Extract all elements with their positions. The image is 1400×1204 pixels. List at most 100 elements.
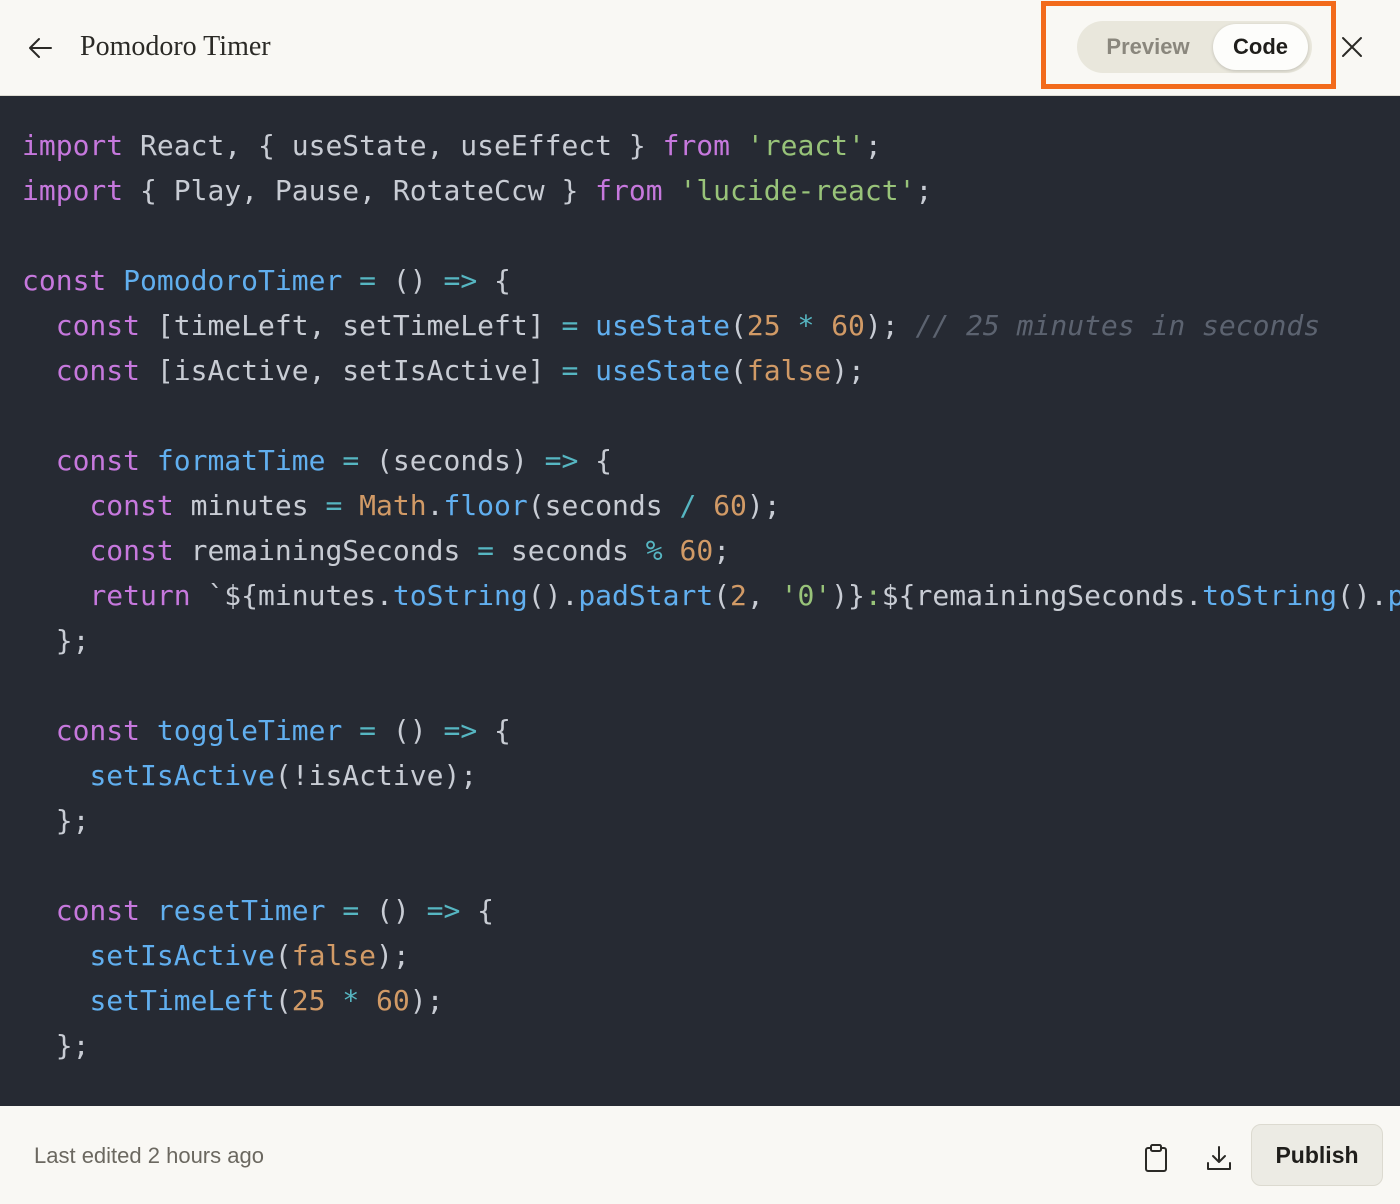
code-line: const remainingSeconds = seconds % 60; bbox=[22, 531, 730, 571]
code-token: 25 bbox=[746, 309, 781, 342]
code-token: = bbox=[342, 894, 360, 927]
code-token: const bbox=[89, 489, 174, 522]
code-token: const bbox=[89, 534, 174, 567]
code-token: . bbox=[426, 489, 444, 522]
code-token: minutes bbox=[173, 489, 326, 522]
code-token: ); bbox=[864, 309, 916, 342]
download-button[interactable] bbox=[1197, 1136, 1241, 1180]
code-token: 'lucide-react' bbox=[679, 174, 916, 207]
code-line: const formatTime = (seconds) => { bbox=[22, 441, 612, 481]
close-button[interactable] bbox=[1332, 27, 1372, 67]
code-token: = bbox=[561, 309, 579, 342]
code-token: setIsActive bbox=[89, 759, 275, 792]
code-token: '0' bbox=[780, 579, 832, 612]
code-token: React, { useState, useEffect } bbox=[123, 129, 663, 162]
tab-code[interactable]: Code bbox=[1213, 24, 1308, 70]
back-button[interactable] bbox=[20, 28, 60, 68]
code-token: { bbox=[477, 714, 511, 747]
code-token: from bbox=[662, 129, 731, 162]
code-token: ; bbox=[915, 174, 933, 207]
code-token: import bbox=[22, 174, 124, 207]
code-token: (). bbox=[527, 579, 579, 612]
code-token: const bbox=[55, 894, 141, 927]
code-token: [isActive, setIsActive] bbox=[140, 354, 562, 387]
code-token: remainingSeconds bbox=[173, 534, 478, 567]
artifact-header: Pomodoro Timer Preview Code bbox=[0, 0, 1400, 96]
code-token: (seconds bbox=[527, 489, 680, 522]
code-token: // 25 minutes in seconds bbox=[915, 309, 1321, 342]
code-token: floor bbox=[443, 489, 528, 522]
code-token: = bbox=[359, 264, 377, 297]
code-line: const minutes = Math.floor(seconds / 60)… bbox=[22, 486, 781, 526]
code-token: ( bbox=[730, 354, 747, 387]
code-line: const toggleTimer = () => { bbox=[22, 711, 511, 751]
publish-button[interactable]: Publish bbox=[1251, 1124, 1383, 1186]
code-line: return `${minutes.toString().padStart(2,… bbox=[22, 576, 1400, 616]
code-token: 60 bbox=[376, 984, 410, 1017]
code-token: 'react' bbox=[746, 129, 865, 162]
code-token: 60 bbox=[713, 489, 747, 522]
download-icon bbox=[1207, 1146, 1231, 1170]
code-token: }; bbox=[22, 804, 90, 837]
code-token: * bbox=[342, 984, 360, 1017]
code-token: setIsActive bbox=[89, 939, 275, 972]
code-token: { Play, Pause, RotateCcw } bbox=[123, 174, 596, 207]
arrow-left-icon bbox=[29, 38, 52, 58]
code-token: ( bbox=[274, 939, 292, 972]
code-token: const bbox=[55, 309, 141, 342]
code-token: { bbox=[578, 444, 613, 477]
code-line: }; bbox=[22, 1026, 90, 1066]
code-line: }; bbox=[22, 621, 90, 661]
close-icon bbox=[1342, 37, 1362, 57]
code-token: ( bbox=[274, 984, 292, 1017]
code-token: return bbox=[89, 579, 191, 612]
copy-button[interactable] bbox=[1134, 1136, 1178, 1180]
view-toggle: Preview Code bbox=[1077, 21, 1312, 73]
code-token: / bbox=[679, 489, 697, 522]
code-token: % bbox=[645, 534, 663, 567]
code-token: false bbox=[291, 939, 377, 972]
code-token: 2 bbox=[730, 579, 747, 612]
code-token: () bbox=[376, 714, 444, 747]
code-token: = bbox=[359, 714, 377, 747]
code-token: const bbox=[55, 354, 141, 387]
code-editor[interactable]: import React, { useState, useEffect } fr… bbox=[0, 96, 1400, 1106]
code-token: { bbox=[477, 264, 511, 297]
code-token: const bbox=[22, 264, 107, 297]
code-token: 60 bbox=[679, 534, 714, 567]
code-token: => bbox=[544, 444, 579, 477]
code-line: const [isActive, setIsActive] = useState… bbox=[22, 351, 865, 391]
code-token: () bbox=[376, 264, 444, 297]
code-token: )} bbox=[831, 579, 865, 612]
code-token: (!isActive); bbox=[274, 759, 478, 792]
code-line: const resetTimer = () => { bbox=[22, 891, 494, 931]
code-token: from bbox=[595, 174, 663, 207]
code-token: toggleTimer bbox=[156, 714, 343, 747]
code-token: () bbox=[359, 894, 427, 927]
code-token: ); bbox=[746, 489, 781, 522]
tab-preview[interactable]: Preview bbox=[1081, 24, 1215, 70]
code-token: const bbox=[55, 714, 141, 747]
code-token: ); bbox=[409, 984, 444, 1017]
code-token: ${remainingSeconds. bbox=[881, 579, 1203, 612]
code-token: (). bbox=[1336, 579, 1388, 612]
code-token: useState bbox=[595, 309, 731, 342]
